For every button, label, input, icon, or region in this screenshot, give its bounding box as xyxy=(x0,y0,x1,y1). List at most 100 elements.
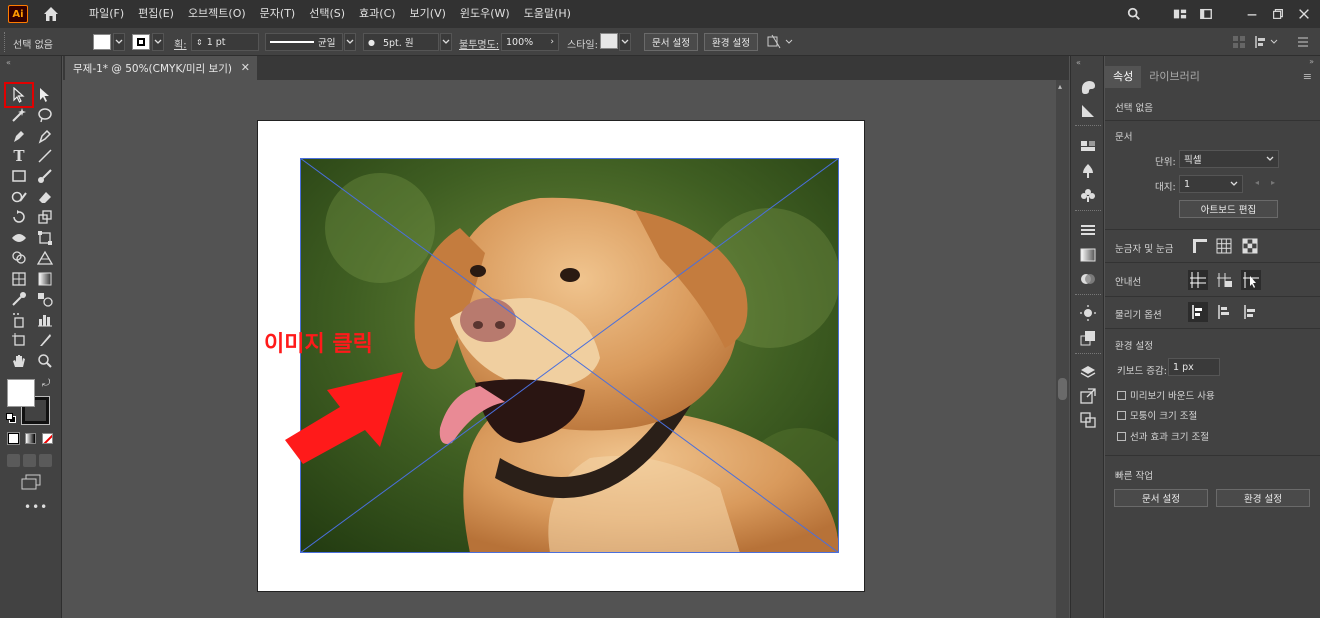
color-mode-icon[interactable] xyxy=(7,432,20,445)
collapse-panel-icon[interactable]: » xyxy=(1309,57,1314,66)
selection-tool-icon[interactable] xyxy=(10,86,28,104)
eraser-tool-icon[interactable] xyxy=(36,188,54,206)
opacity-field[interactable]: 100% › xyxy=(501,33,559,51)
checkbox-icon[interactable] xyxy=(1117,411,1126,420)
menu-edit[interactable]: 편집(E) xyxy=(131,0,181,28)
magic-wand-tool-icon[interactable] xyxy=(10,106,28,124)
distribute-icon[interactable] xyxy=(1254,35,1280,49)
preview-bounds-checkbox[interactable]: 미리보기 바운드 사용 xyxy=(1117,388,1215,402)
gradient-tool-icon[interactable] xyxy=(36,270,54,288)
color-panel-icon[interactable] xyxy=(1080,79,1096,95)
gradient-panel-icon[interactable] xyxy=(1080,103,1096,119)
chevron-right-icon[interactable]: › xyxy=(550,37,554,47)
mesh-tool-icon[interactable] xyxy=(10,270,28,288)
line-tool-icon[interactable] xyxy=(36,147,54,165)
symbols-panel-icon[interactable] xyxy=(1080,187,1096,203)
rotate-tool-icon[interactable] xyxy=(10,208,28,226)
close-icon[interactable] xyxy=(1296,7,1312,21)
pen-tool-icon[interactable] xyxy=(10,127,28,145)
canvas-area[interactable]: 이미지 클릭 xyxy=(63,80,1056,618)
default-colors-icon[interactable] xyxy=(6,413,16,423)
vertical-scrollbar[interactable]: ▴ xyxy=(1056,80,1069,618)
prev-artboard-icon[interactable]: ◂ xyxy=(1255,178,1259,187)
home-icon[interactable] xyxy=(42,5,60,23)
asset-export-icon[interactable] xyxy=(1080,388,1096,404)
stroke-profile-field[interactable]: 균일 xyxy=(265,33,343,51)
tab-libraries[interactable]: 라이브러리 xyxy=(1141,66,1208,88)
fill-control[interactable] xyxy=(93,33,125,51)
checkbox-icon[interactable] xyxy=(1117,391,1126,400)
document-tab[interactable]: 무제-1* @ 50%(CMYK/미리 보기) ✕ xyxy=(65,56,257,80)
draw-inside-icon[interactable] xyxy=(39,454,52,467)
brush-dropdown[interactable] xyxy=(440,33,452,51)
next-artboard-icon[interactable]: ▸ xyxy=(1271,178,1275,187)
workspace-icon[interactable] xyxy=(1172,7,1188,21)
snap-to-glyph-icon[interactable] xyxy=(1241,303,1259,321)
scroll-up-icon[interactable]: ▴ xyxy=(1058,82,1062,91)
menu-object[interactable]: 오브젝트(O) xyxy=(181,0,253,28)
swap-icon[interactable]: ⤾ xyxy=(42,378,50,389)
panel-menu-icon[interactable] xyxy=(1296,35,1310,49)
scale-corners-checkbox[interactable]: 모퉁이 크기 조절 xyxy=(1117,408,1197,422)
opacity-label[interactable]: 불투명도: xyxy=(459,36,499,51)
menu-effect[interactable]: 효과(C) xyxy=(352,0,403,28)
stepper-icon[interactable]: ⇕ xyxy=(196,38,203,47)
menu-help[interactable]: 도움말(H) xyxy=(517,0,578,28)
symbol-sprayer-tool-icon[interactable] xyxy=(10,311,28,329)
units-select[interactable]: 픽셀 xyxy=(1179,150,1279,168)
layers-panel-icon[interactable] xyxy=(1080,364,1096,380)
document-setup-button[interactable]: 문서 설정 xyxy=(644,33,698,51)
graphic-styles-icon[interactable] xyxy=(1080,330,1096,346)
brush-field[interactable]: ● 5pt. 원 xyxy=(363,33,439,51)
stroke-profile-dropdown[interactable] xyxy=(344,33,356,51)
curvature-tool-icon[interactable] xyxy=(36,127,54,145)
draw-behind-icon[interactable] xyxy=(23,454,36,467)
stroke-control[interactable] xyxy=(132,33,164,51)
menu-window[interactable]: 윈도우(W) xyxy=(453,0,517,28)
rectangle-tool-icon[interactable] xyxy=(10,167,28,185)
show-guides-toggle[interactable] xyxy=(1188,270,1208,290)
stroke-swatch[interactable] xyxy=(132,34,150,50)
search-icon[interactable] xyxy=(1126,7,1142,21)
slice-tool-icon[interactable] xyxy=(36,331,54,349)
gradient-swatch-icon[interactable] xyxy=(1080,247,1096,263)
checkbox-icon[interactable] xyxy=(1117,432,1126,441)
artboards-panel-icon[interactable] xyxy=(1080,412,1096,428)
keyboard-increment-field[interactable]: 1 px xyxy=(1168,358,1220,376)
menu-type[interactable]: 문자(T) xyxy=(253,0,303,28)
free-transform-tool-icon[interactable] xyxy=(36,229,54,247)
scale-strokes-checkbox[interactable]: 선과 효과 크기 조절 xyxy=(1117,429,1209,443)
zoom-tool-icon[interactable] xyxy=(36,352,54,370)
collapse-strip-icon[interactable]: « xyxy=(1076,58,1081,67)
hand-tool-icon[interactable] xyxy=(10,352,28,370)
panel-menu-icon[interactable]: ≡ xyxy=(1303,70,1312,83)
fill-dropdown[interactable] xyxy=(113,33,125,51)
swatches-panel-icon[interactable] xyxy=(1080,138,1096,154)
shape-builder-tool-icon[interactable] xyxy=(10,249,28,267)
direct-selection-tool-icon[interactable] xyxy=(36,86,54,104)
restore-icon[interactable] xyxy=(1270,7,1286,21)
lock-guides-icon[interactable] xyxy=(1215,271,1233,289)
menu-view[interactable]: 보기(V) xyxy=(403,0,453,28)
ruler-icon[interactable] xyxy=(1192,238,1208,254)
gradient-mode-icon[interactable] xyxy=(25,433,36,444)
eyedropper-tool-icon[interactable] xyxy=(10,290,28,308)
blend-tool-icon[interactable] xyxy=(36,290,54,308)
lasso-tool-icon[interactable] xyxy=(36,106,54,124)
arrange-icon[interactable] xyxy=(1198,7,1214,21)
preferences-button[interactable]: 환경 설정 xyxy=(704,33,758,51)
style-dropdown[interactable] xyxy=(619,33,631,51)
draw-normal-icon[interactable] xyxy=(7,454,20,467)
screen-mode-icon[interactable] xyxy=(20,474,42,490)
grid-icon[interactable] xyxy=(1216,238,1232,254)
style-swatch[interactable] xyxy=(600,33,618,49)
menu-select[interactable]: 선택(S) xyxy=(302,0,352,28)
stroke-panel-icon[interactable] xyxy=(1080,222,1096,238)
stroke-weight-field[interactable]: ⇕ 1 pt xyxy=(191,33,259,51)
quick-preferences-button[interactable]: 환경 설정 xyxy=(1216,489,1310,507)
close-tab-icon[interactable]: ✕ xyxy=(241,61,250,74)
transparency-panel-icon[interactable] xyxy=(1080,271,1096,287)
brushes-panel-icon[interactable] xyxy=(1080,163,1096,179)
width-tool-icon[interactable] xyxy=(10,229,28,247)
shaper-tool-icon[interactable] xyxy=(10,188,28,206)
